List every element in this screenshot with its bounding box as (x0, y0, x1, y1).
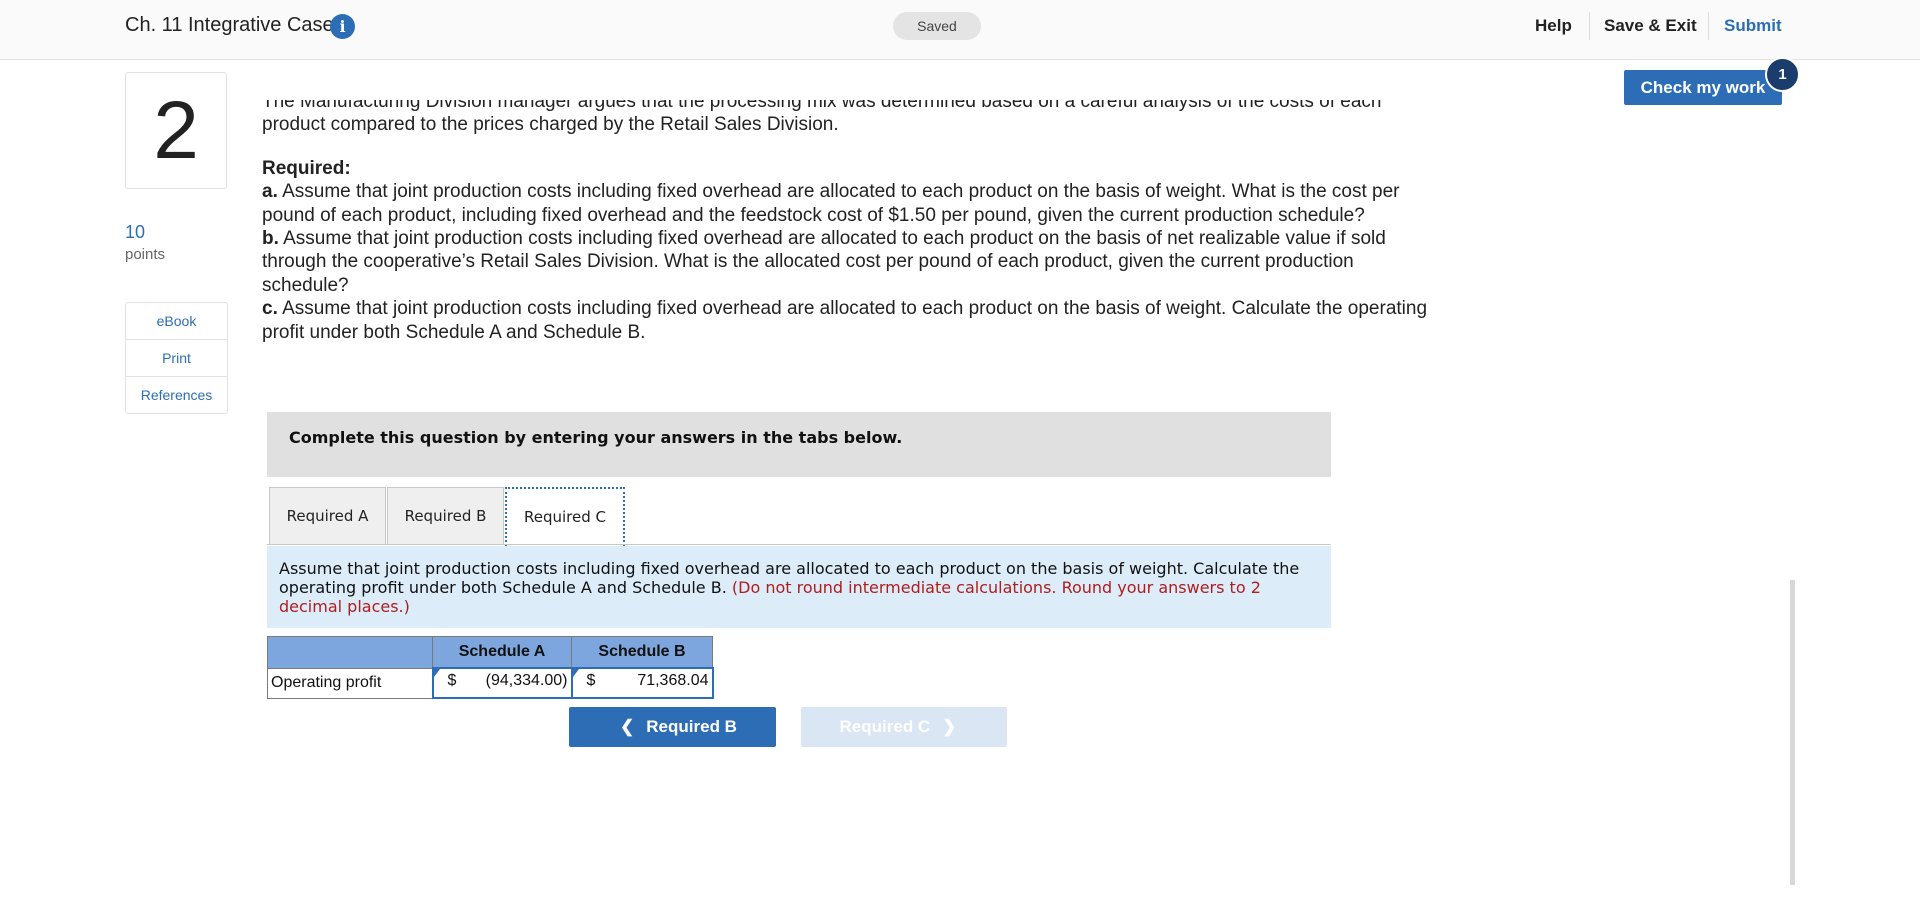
input-flag-icon (572, 669, 579, 677)
tab-required-a[interactable]: Required A (269, 487, 386, 545)
requirement-c: c. Assume that joint production costs in… (262, 298, 1428, 343)
divider (1708, 12, 1709, 40)
input-flag-icon (433, 669, 440, 677)
requirement-a: a. Assume that joint production costs in… (262, 181, 1400, 226)
references-link[interactable]: References (126, 377, 227, 413)
header-schedule-b: Schedule B (571, 636, 713, 669)
next-required-c-button: Required C ❯ (801, 707, 1007, 747)
tab-divider (267, 544, 1331, 545)
prev-required-b-button[interactable]: ❮ Required B (569, 707, 776, 747)
save-exit-link[interactable]: Save & Exit (1604, 16, 1697, 36)
check-count-badge: 1 (1765, 57, 1800, 92)
schedule-a-input[interactable]: $ (94,334.00) (431, 667, 573, 699)
required-heading: Required: (262, 157, 351, 179)
tab-required-b[interactable]: Required B (387, 487, 504, 545)
table-header-row: Schedule A Schedule B (267, 636, 713, 669)
print-link[interactable]: Print (126, 340, 227, 377)
requirement-b: b. Assume that joint production costs in… (262, 228, 1386, 296)
instructions-text: Complete this question by entering your … (289, 428, 903, 447)
row-label: Operating profit (267, 667, 433, 699)
chevron-left-icon: ❮ (620, 717, 635, 736)
intro-paragraph: The Manufacturing Division manager argue… (262, 100, 1382, 136)
tab-required-c[interactable]: Required C (505, 487, 625, 546)
header-schedule-a: Schedule A (432, 636, 572, 669)
resource-links: eBook Print References (125, 302, 228, 414)
info-icon[interactable]: i (330, 14, 355, 39)
header-blank (267, 636, 433, 669)
assignment-title: Ch. 11 Integrative Case (125, 14, 334, 36)
points-value: 10 (125, 222, 146, 242)
tab-instruction: Assume that joint production costs inclu… (267, 546, 1331, 628)
instructions-box: Complete this question by entering your … (267, 412, 1331, 477)
ebook-link[interactable]: eBook (126, 303, 227, 340)
top-bar: Ch. 11 Integrative Case i Saved Help Sav… (0, 0, 1920, 60)
schedule-b-input[interactable]: $ 71,368.04 (570, 667, 714, 699)
answer-table: Schedule A Schedule B Operating profit $… (267, 636, 714, 699)
submit-link[interactable]: Submit (1724, 16, 1782, 36)
question-content: The Manufacturing Division manager argue… (262, 100, 1442, 390)
question-number: 2 (125, 72, 227, 189)
chevron-right-icon: ❯ (942, 717, 957, 736)
divider (1589, 12, 1590, 40)
saved-status-badge: Saved (893, 12, 981, 40)
scrollbar[interactable] (1790, 580, 1795, 885)
table-row: Operating profit $ (94,334.00) $ 71,368.… (267, 667, 714, 699)
help-link[interactable]: Help (1535, 16, 1572, 36)
check-my-work-button[interactable]: Check my work (1624, 70, 1782, 105)
points-label: points (125, 246, 166, 263)
